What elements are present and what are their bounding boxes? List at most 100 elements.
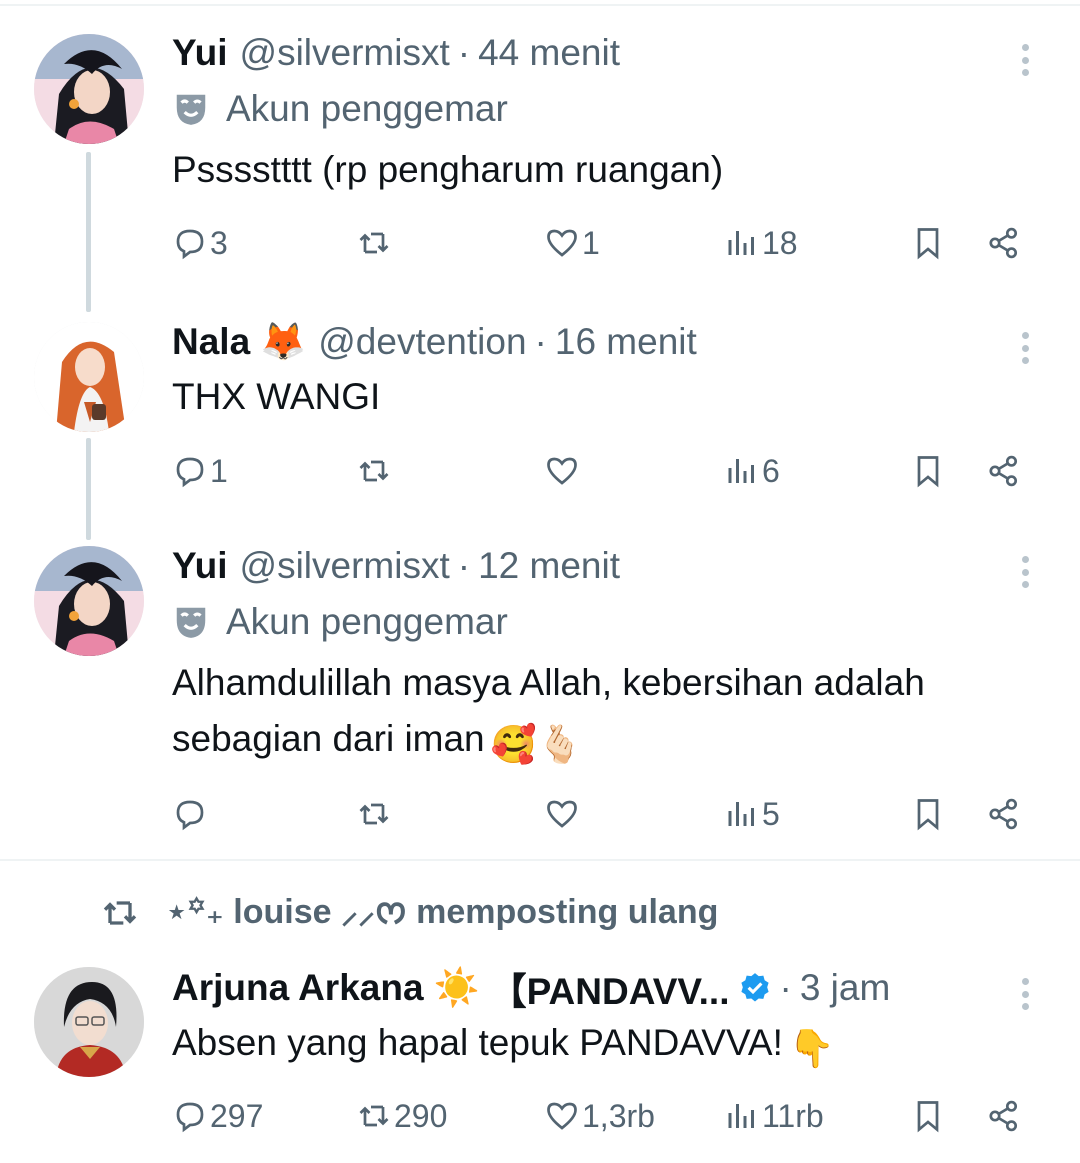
bookmark-icon	[917, 456, 939, 488]
tweet-text: Absen yang hapal tepuk PANDAVVA! 👇	[172, 1015, 1052, 1077]
more-icon[interactable]	[1010, 550, 1040, 594]
reply-count: 297	[210, 1097, 264, 1134]
share-icon	[989, 455, 1018, 487]
views-icon	[728, 1104, 754, 1128]
user-handle[interactable]: @silvermisxt	[240, 32, 450, 74]
views-icon	[728, 231, 754, 255]
timestamp[interactable]: 16 menit	[555, 321, 697, 363]
tweet-actions: 297 290 1,3rb 11rb	[172, 1091, 1042, 1141]
avatar[interactable]	[34, 322, 144, 432]
bookmark-button[interactable]	[910, 1091, 946, 1141]
repost-button[interactable]	[356, 446, 394, 496]
fox-emoji: 🦊	[260, 320, 307, 362]
reply-icon	[176, 800, 204, 831]
sun-emoji: ☀️	[433, 966, 480, 1008]
display-name[interactable]: Nala	[172, 321, 250, 363]
views-button[interactable]: 5	[724, 789, 780, 839]
timestamp[interactable]: 3 jam	[800, 967, 890, 1009]
tweet-text-fragment: Absen yang hapal tepuk PANDAVVA!	[172, 1022, 783, 1063]
reply-button[interactable]: 297	[172, 1091, 263, 1141]
like-button[interactable]	[544, 789, 582, 839]
bookmark-button[interactable]	[910, 789, 946, 839]
share-button[interactable]	[986, 446, 1022, 496]
like-button[interactable]: 1,3rb	[544, 1091, 655, 1141]
views-count: 5	[762, 795, 780, 832]
tweet-emojis: 🥰🫰🏻	[490, 724, 583, 765]
timeline: Yui @silvermisxt · 44 menit Akun penggem…	[0, 0, 1080, 1163]
divider	[0, 859, 1080, 861]
avatar[interactable]	[34, 967, 144, 1077]
repost-button[interactable]	[356, 789, 394, 839]
fan-mask-icon	[176, 94, 206, 125]
like-button[interactable]: 1	[544, 218, 600, 268]
avatar[interactable]	[34, 546, 144, 656]
reply-button[interactable]: 3	[172, 218, 228, 268]
tweet-header: Nala 🦊 @devtention · 16 menit	[172, 317, 697, 367]
fan-account-label: Akun penggemar	[172, 84, 508, 134]
tweet-text: THX WANGI	[172, 376, 381, 417]
repost-button[interactable]	[356, 218, 394, 268]
bookmark-icon	[917, 1101, 939, 1133]
tweet-text: Alhamdulillah masya Allah, kebersihan ad…	[172, 655, 1052, 773]
tweet-text-fragment: sebagian dari iman	[172, 718, 485, 759]
share-button[interactable]	[986, 789, 1022, 839]
user-handle[interactable]: @silvermisxt	[240, 545, 450, 587]
repost-banner[interactable]: ⋆꙳₊ louise ⸝⸝ᰔ memposting ulang	[100, 888, 718, 938]
repost-icon	[103, 901, 137, 925]
repost-icon	[359, 460, 389, 482]
more-icon[interactable]	[1010, 972, 1040, 1016]
tweet-text: Psssstttt (rp pengharum ruangan)	[172, 149, 724, 190]
tweet-actions: 5	[172, 789, 1042, 839]
views-button[interactable]: 18	[724, 218, 798, 268]
tweet-text-line: sebagian dari iman 🥰🫰🏻	[172, 711, 1052, 773]
display-name-suffix[interactable]: 【PANDAVV...	[490, 961, 730, 1015]
views-icon	[728, 459, 754, 483]
timestamp[interactable]: 12 menit	[478, 545, 620, 587]
tweet-header: Arjuna Arkana ☀️ 【PANDAVV... · 3 jam	[172, 963, 890, 1013]
tweet-text-line: Alhamdulillah masya Allah, kebersihan ad…	[172, 662, 925, 703]
views-count: 11rb	[762, 1097, 824, 1134]
reply-button[interactable]	[172, 789, 210, 839]
more-icon[interactable]	[1010, 38, 1040, 82]
views-button[interactable]: 6	[724, 446, 780, 496]
like-button[interactable]	[544, 446, 582, 496]
tweet-header: Yui @silvermisxt · 12 menit	[172, 541, 620, 591]
separator-dot: ·	[779, 967, 792, 1008]
bookmark-button[interactable]	[910, 446, 946, 496]
share-icon	[989, 227, 1018, 259]
reply-button[interactable]: 1	[172, 446, 228, 496]
repost-count: 290	[394, 1097, 448, 1134]
fan-label-text: Akun penggemar	[226, 88, 508, 129]
more-icon[interactable]	[1010, 326, 1040, 370]
display-name[interactable]: Yui	[172, 545, 228, 587]
views-count: 18	[762, 224, 798, 261]
fan-label-text: Akun penggemar	[226, 601, 508, 642]
bookmark-button[interactable]	[910, 218, 946, 268]
timestamp[interactable]: 44 menit	[478, 32, 620, 74]
display-name[interactable]: Arjuna Arkana	[172, 967, 424, 1009]
reply-icon	[176, 1102, 204, 1133]
thread-line	[86, 152, 91, 312]
views-icon	[728, 802, 754, 826]
bookmark-icon	[917, 228, 939, 260]
share-icon	[989, 798, 1018, 830]
thread-line	[86, 438, 91, 540]
avatar[interactable]	[34, 34, 144, 144]
like-icon	[547, 229, 577, 257]
share-icon	[989, 1100, 1018, 1132]
repost-icon	[359, 803, 389, 825]
share-button[interactable]	[986, 1091, 1022, 1141]
separator-dot: ·	[457, 32, 471, 73]
fan-mask-icon	[176, 607, 206, 638]
user-handle[interactable]: @devtention	[318, 321, 526, 363]
repost-button[interactable]: 290	[356, 1091, 447, 1141]
share-button[interactable]	[986, 218, 1022, 268]
bookmark-icon	[917, 799, 939, 831]
like-icon	[547, 800, 577, 828]
views-button[interactable]: 11rb	[724, 1091, 824, 1141]
repost-icon	[359, 232, 389, 254]
reply-count: 1	[210, 452, 228, 489]
display-name[interactable]: Yui	[172, 32, 228, 74]
reply-icon	[176, 457, 204, 488]
fan-account-label: Akun penggemar	[172, 597, 508, 647]
